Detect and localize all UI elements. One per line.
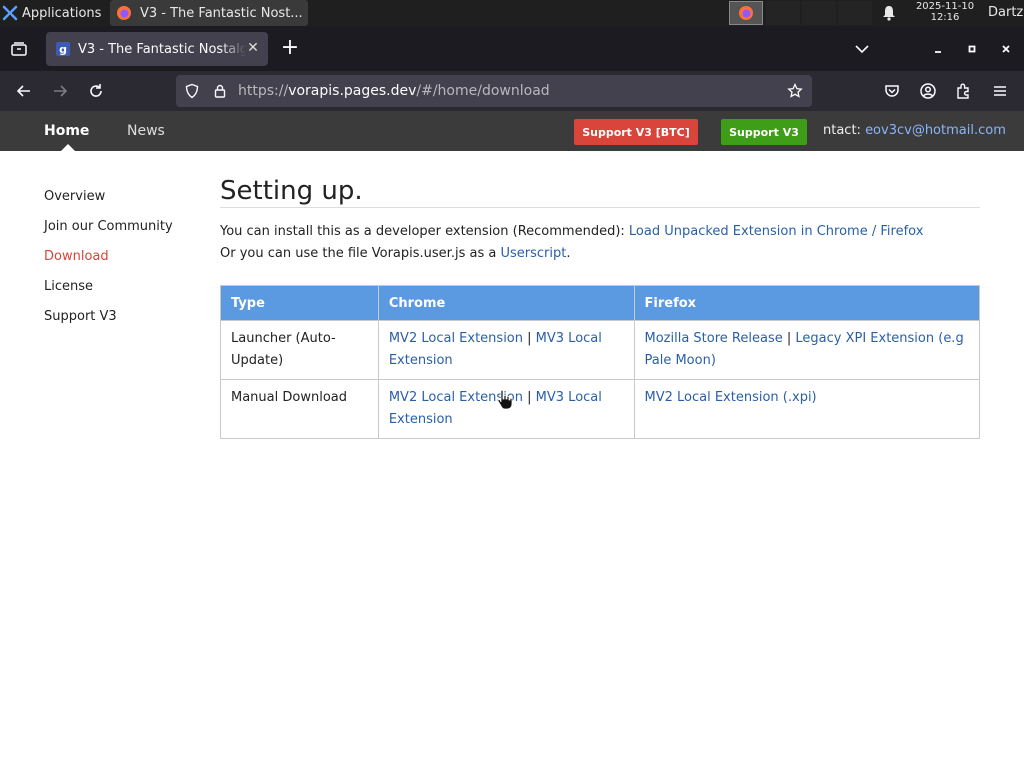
header-chrome: Chrome (377, 285, 635, 321)
applications-icon (2, 5, 18, 21)
clock-time: 12:16 (930, 12, 960, 23)
sidebar-item-license[interactable]: License (44, 278, 173, 308)
browser-tabstrip: g V3 - The Fantastic Nostalgic ✕ + (0, 26, 1024, 71)
sidebar-item-support[interactable]: Support V3 (44, 308, 173, 338)
cell-firefox: MV2 Local Extension (.xpi) (633, 379, 980, 439)
list-tabs-chevron-icon[interactable] (852, 39, 872, 59)
header-type: Type (220, 285, 379, 321)
support-btc-button[interactable]: Support V3 [BTC] (574, 119, 698, 145)
url-host: vorapis.pages.dev (288, 83, 417, 99)
cell-firefox: Mozilla Store Release | Legacy XPI Exten… (633, 320, 980, 380)
applications-menu[interactable]: Applications (2, 0, 101, 26)
tab-title: V3 - The Fantastic Nostalgic (78, 41, 246, 57)
userscript-period: . (566, 246, 571, 261)
workspace-2[interactable] (766, 1, 800, 25)
reload-icon[interactable] (86, 81, 106, 101)
workspace-1[interactable] (729, 1, 763, 25)
bookmark-star-icon[interactable] (787, 83, 803, 99)
active-nav-caret (61, 144, 75, 151)
url-prefix: https:// (238, 83, 289, 99)
maximize-icon[interactable] (962, 39, 982, 59)
browser-tab-active[interactable]: g V3 - The Fantastic Nostalgic ✕ (46, 32, 268, 66)
taskbar-window-title: V3 - The Fantastic Nost... (140, 5, 303, 21)
clock[interactable]: 2025-11-10 12:16 (906, 1, 984, 23)
firefox-icon (739, 6, 753, 20)
firefox-icon (117, 6, 131, 20)
table-row: Manual Download MV2 Local Extension | MV… (220, 379, 980, 439)
link-separator: | (523, 390, 536, 405)
cell-type: Launcher (Auto-Update) (220, 320, 379, 380)
load-unpacked-link[interactable]: Load Unpacked Extension in Chrome / Fire… (629, 224, 923, 239)
sidebar-item-overview[interactable]: Overview (44, 188, 173, 218)
user-menu[interactable]: Dartz (988, 5, 1023, 20)
userscript-text: Or you can use the file Vorapis.user.js … (220, 246, 501, 261)
download-table: Type Chrome Firefox Launcher (Auto-Updat… (220, 285, 980, 439)
firefox-view-icon[interactable] (10, 40, 28, 58)
applications-label: Applications (22, 5, 102, 21)
address-bar[interactable]: https://vorapis.pages.dev/#/home/downloa… (176, 75, 812, 107)
support-v3-button[interactable]: Support V3 (721, 119, 807, 145)
link-separator: | (523, 331, 536, 346)
notification-bell-icon[interactable] (880, 4, 898, 22)
os-taskbar: Applications V3 - The Fantastic Nost... … (0, 0, 1024, 26)
pocket-icon[interactable] (882, 81, 902, 101)
account-icon[interactable] (918, 81, 938, 101)
site-header: Home News Support V3 [BTC] Support V3 nt… (0, 111, 1024, 151)
mozilla-store-link[interactable]: Mozilla Store Release (645, 331, 783, 346)
nav-news[interactable]: News (127, 123, 165, 139)
nav-home[interactable]: Home (44, 123, 89, 139)
contact-info: ntact: eov3cv@hotmail.com (823, 123, 1006, 138)
userscript-instructions: Or you can use the file Vorapis.user.js … (220, 243, 980, 265)
url-path: /#/home/download (416, 83, 550, 99)
main-content: Setting up. You can install this as a de… (220, 174, 980, 439)
clock-date: 2025-11-10 (915, 1, 975, 12)
window-close-icon[interactable] (996, 39, 1016, 59)
workspace-4[interactable] (838, 1, 872, 25)
workspace-3[interactable] (802, 1, 836, 25)
link-separator: | (782, 331, 796, 346)
extensions-puzzle-icon[interactable] (954, 81, 974, 101)
minimize-icon[interactable] (928, 39, 948, 59)
header-firefox: Firefox (633, 285, 980, 321)
tab-close-icon[interactable]: ✕ (246, 41, 260, 55)
page-title: Setting up. (220, 174, 980, 208)
taskbar-window-firefox[interactable]: V3 - The Fantastic Nost... (110, 0, 308, 26)
hand-cursor-icon (497, 389, 513, 410)
back-arrow-icon[interactable] (14, 81, 34, 101)
lock-icon[interactable] (212, 83, 228, 99)
userscript-link[interactable]: Userscript (500, 246, 566, 261)
contact-label: ntact: (823, 123, 866, 138)
url-text: https://vorapis.pages.dev/#/home/downloa… (238, 83, 550, 99)
firefox-xpi-link[interactable]: MV2 Local Extension (.xpi) (645, 390, 817, 405)
cell-chrome: MV2 Local Extension | MV3 Local Extensio… (377, 320, 635, 380)
hamburger-menu-icon[interactable] (990, 81, 1010, 101)
install-text: You can install this as a developer exte… (220, 224, 629, 239)
tab-favicon: g (56, 42, 70, 56)
forward-arrow-icon[interactable] (50, 81, 70, 101)
chrome-mv2-link[interactable]: MV2 Local Extension (389, 331, 523, 346)
install-instructions: You can install this as a developer exte… (220, 221, 980, 243)
cell-type: Manual Download (220, 379, 379, 439)
contact-email-link[interactable]: eov3cv@hotmail.com (865, 123, 1006, 138)
sidebar-item-community[interactable]: Join our Community (44, 218, 173, 248)
table-row: Launcher (Auto-Update) MV2 Local Extensi… (220, 320, 980, 380)
table-header-row: Type Chrome Firefox (220, 285, 980, 321)
sidebar-nav: Overview Join our Community Download Lic… (44, 188, 173, 338)
new-tab-button[interactable]: + (280, 37, 300, 59)
browser-navbar: https://vorapis.pages.dev/#/home/downloa… (0, 71, 1024, 111)
tracking-protection-shield-icon[interactable] (184, 83, 200, 99)
sidebar-item-download[interactable]: Download (44, 248, 173, 278)
